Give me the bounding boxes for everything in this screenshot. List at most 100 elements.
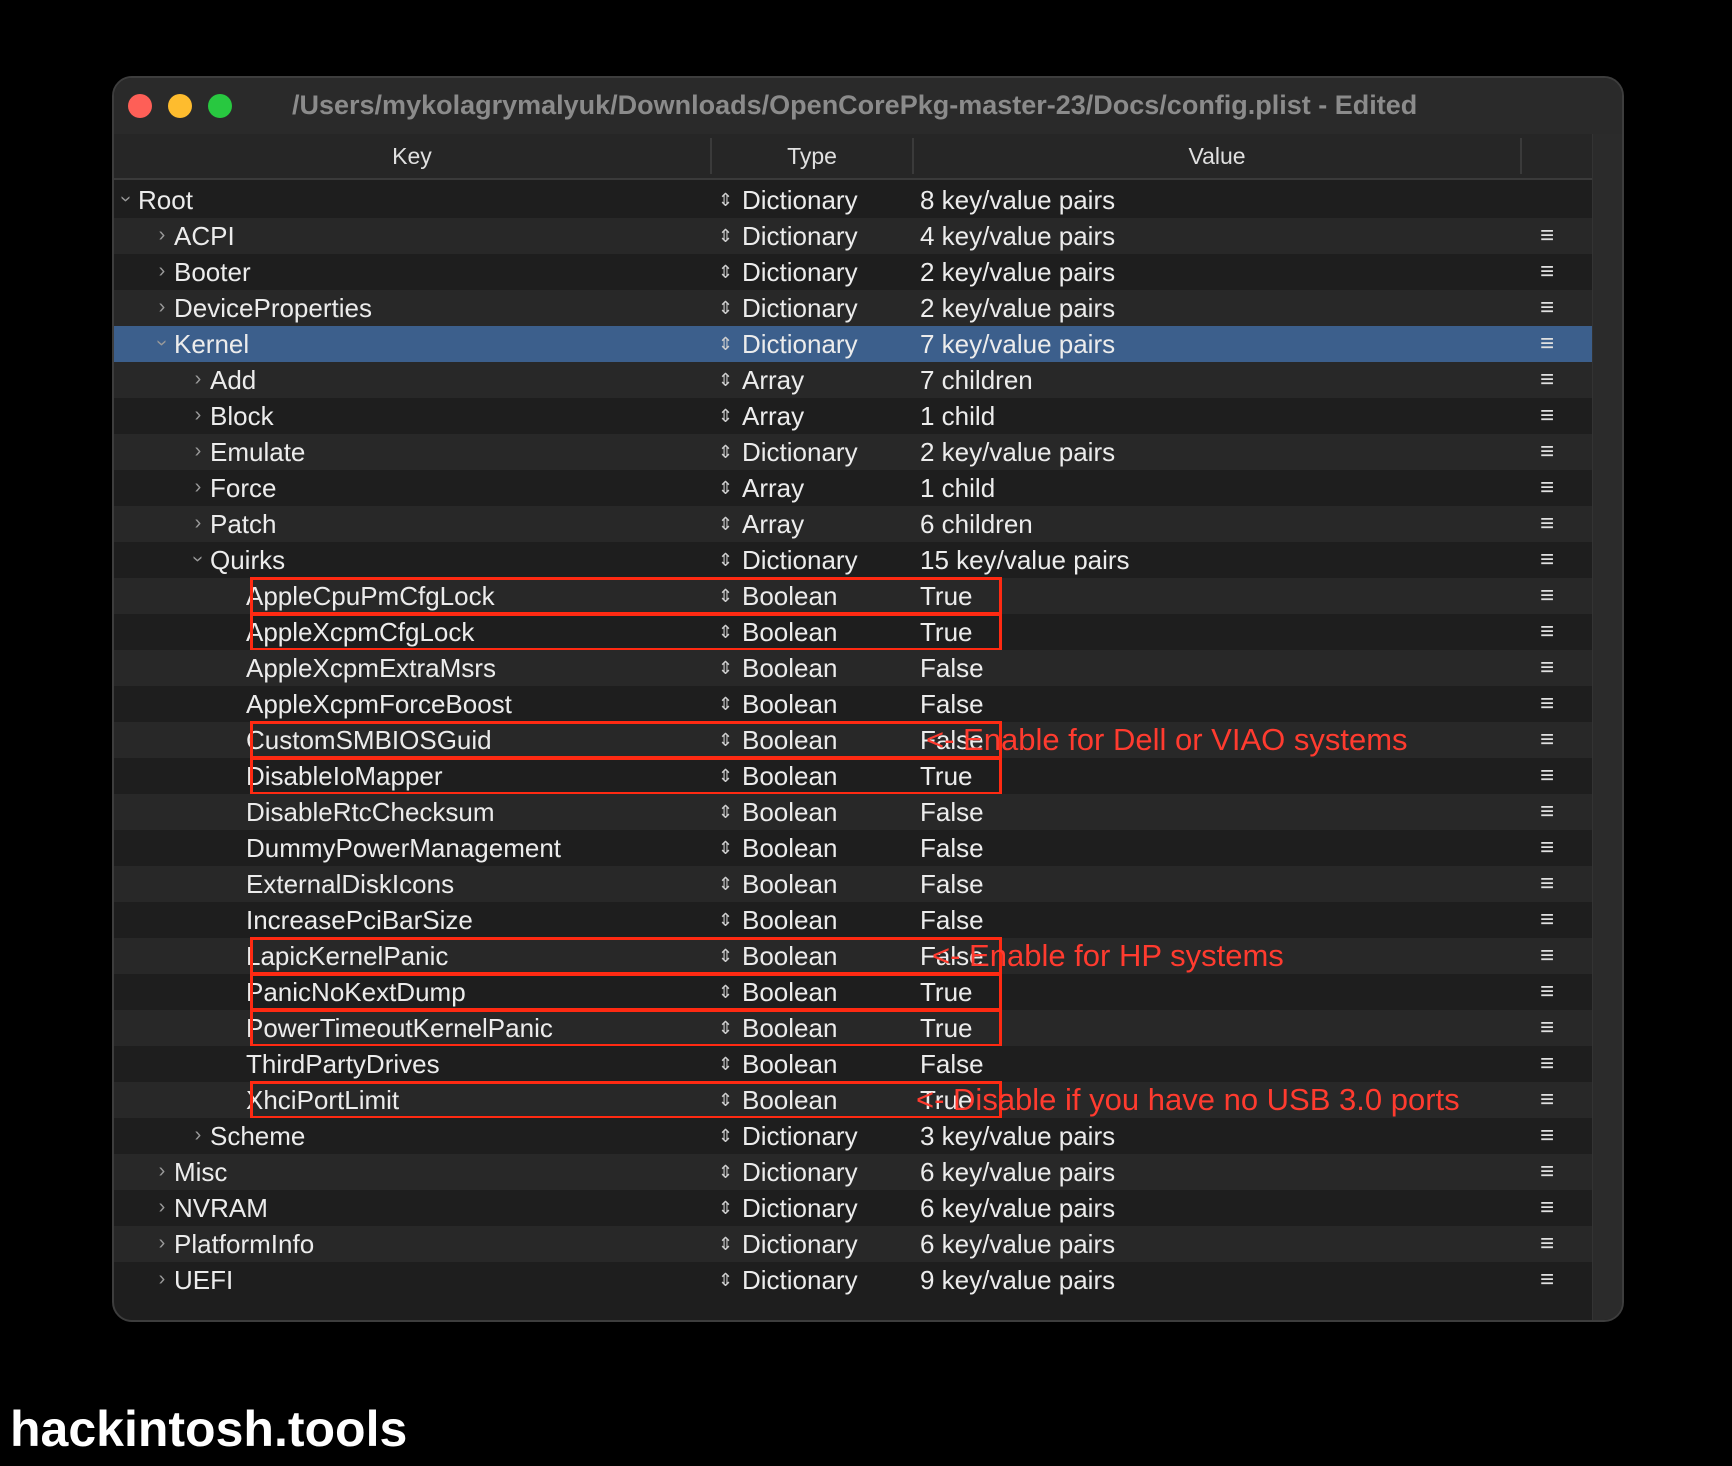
row-type[interactable]: Dictionary <box>742 1262 858 1298</box>
outline-row-applexcpmextramsrs[interactable]: AppleXcpmExtraMsrs ⇕ Boolean False ≡ <box>114 650 1592 686</box>
type-stepper-icon[interactable]: ⇕ <box>718 866 733 902</box>
row-value[interactable]: 2 key/value pairs <box>920 254 1115 290</box>
row-key[interactable]: Add <box>210 362 256 398</box>
column-header-value[interactable]: Value <box>914 134 1520 178</box>
outline-row-kernel[interactable]: › Kernel ⇕ Dictionary 7 key/value pairs ≡ <box>114 326 1592 362</box>
disclosure-collapsed-icon[interactable]: › <box>190 400 206 430</box>
column-divider[interactable] <box>1520 138 1522 174</box>
outline-row-scheme[interactable]: › Scheme ⇕ Dictionary 3 key/value pairs ≡ <box>114 1118 1592 1154</box>
row-key[interactable]: Misc <box>174 1154 227 1190</box>
row-menu-icon[interactable]: ≡ <box>1540 326 1554 362</box>
type-stepper-icon[interactable]: ⇕ <box>718 506 733 542</box>
type-stepper-icon[interactable]: ⇕ <box>718 902 733 938</box>
disclosure-collapsed-icon[interactable]: › <box>154 1192 170 1222</box>
row-menu-icon[interactable]: ≡ <box>1540 1154 1554 1190</box>
row-menu-icon[interactable]: ≡ <box>1540 506 1554 542</box>
row-type[interactable]: Array <box>742 470 804 506</box>
row-menu-icon[interactable]: ≡ <box>1540 1262 1554 1298</box>
row-menu-icon[interactable]: ≡ <box>1540 1082 1554 1118</box>
type-stepper-icon[interactable]: ⇕ <box>718 362 733 398</box>
outline-row-root[interactable]: › Root ⇕ Dictionary 8 key/value pairs <box>114 182 1592 218</box>
row-key[interactable]: ExternalDiskIcons <box>246 866 454 902</box>
row-menu-icon[interactable]: ≡ <box>1540 902 1554 938</box>
row-value[interactable]: 3 key/value pairs <box>920 1118 1115 1154</box>
row-key[interactable]: Kernel <box>174 326 249 362</box>
row-key[interactable]: ThirdPartyDrives <box>246 1046 440 1082</box>
row-menu-icon[interactable]: ≡ <box>1540 470 1554 506</box>
outline-row-dummypowermanagement[interactable]: DummyPowerManagement ⇕ Boolean False ≡ <box>114 830 1592 866</box>
type-stepper-icon[interactable]: ⇕ <box>718 542 733 578</box>
row-key[interactable]: DisableRtcChecksum <box>246 794 495 830</box>
row-type[interactable]: Dictionary <box>742 218 858 254</box>
row-key[interactable]: Emulate <box>210 434 305 470</box>
outline-row-applexcpmforceboost[interactable]: AppleXcpmForceBoost ⇕ Boolean False ≡ <box>114 686 1592 722</box>
outline-row-externaldiskicons[interactable]: ExternalDiskIcons ⇕ Boolean False ≡ <box>114 866 1592 902</box>
row-key[interactable]: AppleXcpmForceBoost <box>246 686 512 722</box>
row-value[interactable]: False <box>920 686 984 722</box>
row-value[interactable]: 6 key/value pairs <box>920 1154 1115 1190</box>
row-type[interactable]: Dictionary <box>742 1118 858 1154</box>
row-type[interactable]: Dictionary <box>742 182 858 218</box>
row-key[interactable]: DeviceProperties <box>174 290 372 326</box>
type-stepper-icon[interactable]: ⇕ <box>718 1154 733 1190</box>
row-key[interactable]: DummyPowerManagement <box>246 830 561 866</box>
row-type[interactable]: Boolean <box>742 830 837 866</box>
vertical-scrollbar[interactable] <box>1592 134 1622 1320</box>
row-key[interactable]: Patch <box>210 506 277 542</box>
row-menu-icon[interactable]: ≡ <box>1540 254 1554 290</box>
disclosure-collapsed-icon[interactable]: › <box>190 436 206 466</box>
row-value[interactable]: False <box>920 650 984 686</box>
zoom-window-button[interactable] <box>208 94 232 118</box>
disclosure-collapsed-icon[interactable]: › <box>190 472 206 502</box>
type-stepper-icon[interactable]: ⇕ <box>718 1046 733 1082</box>
row-type[interactable]: Array <box>742 362 804 398</box>
row-type[interactable]: Dictionary <box>742 1154 858 1190</box>
row-value[interactable]: 2 key/value pairs <box>920 434 1115 470</box>
type-stepper-icon[interactable]: ⇕ <box>718 434 733 470</box>
row-value[interactable]: 6 children <box>920 506 1033 542</box>
disclosure-collapsed-icon[interactable]: › <box>190 1120 206 1150</box>
outline-row-powertimeoutkernelpanic[interactable]: PowerTimeoutKernelPanic ⇕ Boolean True ≡ <box>114 1009 1592 1047</box>
minimize-window-button[interactable] <box>168 94 192 118</box>
row-value[interactable]: 9 key/value pairs <box>920 1262 1115 1298</box>
row-value[interactable]: 15 key/value pairs <box>920 542 1130 578</box>
column-header-key[interactable]: Key <box>114 134 710 178</box>
row-value[interactable]: 7 key/value pairs <box>920 326 1115 362</box>
row-key[interactable]: NVRAM <box>174 1190 268 1226</box>
disclosure-expanded-icon[interactable]: › <box>114 191 141 207</box>
row-menu-icon[interactable]: ≡ <box>1540 290 1554 326</box>
row-type[interactable]: Boolean <box>742 1046 837 1082</box>
disclosure-collapsed-icon[interactable]: › <box>154 292 170 322</box>
outline-row-nvram[interactable]: › NVRAM ⇕ Dictionary 6 key/value pairs ≡ <box>114 1190 1592 1226</box>
row-value[interactable]: 6 key/value pairs <box>920 1190 1115 1226</box>
outline-row-lapickernelpanic[interactable]: LapicKernelPanic ⇕ Boolean False <- Enable f… <box>114 937 1592 975</box>
row-menu-icon[interactable]: ≡ <box>1540 218 1554 254</box>
type-stepper-icon[interactable]: ⇕ <box>718 290 733 326</box>
column-header-type[interactable]: Type <box>712 134 912 178</box>
type-stepper-icon[interactable]: ⇕ <box>718 182 733 218</box>
outline-row-quirks[interactable]: › Quirks ⇕ Dictionary 15 key/value pairs ≡ <box>114 542 1592 578</box>
row-type[interactable]: Dictionary <box>742 290 858 326</box>
disclosure-collapsed-icon[interactable]: › <box>154 1264 170 1294</box>
row-menu-icon[interactable]: ≡ <box>1540 830 1554 866</box>
row-value[interactable]: False <box>920 902 984 938</box>
row-value[interactable]: 2 key/value pairs <box>920 290 1115 326</box>
row-key[interactable]: IncreasePciBarSize <box>246 902 473 938</box>
outline-row-disablertcchecksum[interactable]: DisableRtcChecksum ⇕ Boolean False ≡ <box>114 794 1592 830</box>
row-value[interactable]: 8 key/value pairs <box>920 182 1115 218</box>
row-menu-icon[interactable]: ≡ <box>1540 758 1554 794</box>
outline-row-acpi[interactable]: › ACPI ⇕ Dictionary 4 key/value pairs ≡ <box>114 218 1592 254</box>
type-stepper-icon[interactable]: ⇕ <box>718 1118 733 1154</box>
close-window-button[interactable] <box>128 94 152 118</box>
row-key[interactable]: AppleXcpmExtraMsrs <box>246 650 496 686</box>
row-type[interactable]: Array <box>742 506 804 542</box>
row-menu-icon[interactable]: ≡ <box>1540 650 1554 686</box>
row-key[interactable]: Root <box>138 182 193 218</box>
row-menu-icon[interactable]: ≡ <box>1540 362 1554 398</box>
type-stepper-icon[interactable]: ⇕ <box>718 398 733 434</box>
row-menu-icon[interactable]: ≡ <box>1540 614 1554 650</box>
row-key[interactable]: ACPI <box>174 218 235 254</box>
row-key[interactable]: PlatformInfo <box>174 1226 314 1262</box>
type-stepper-icon[interactable]: ⇕ <box>718 1226 733 1262</box>
row-type[interactable]: Boolean <box>742 686 837 722</box>
